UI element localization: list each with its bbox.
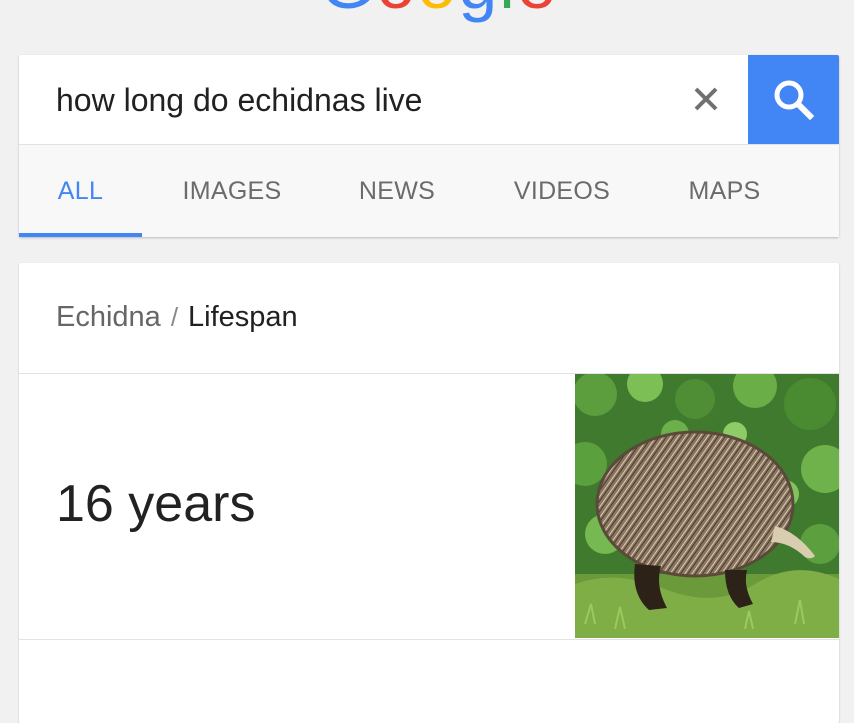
logo-letter: l [499,0,517,19]
logo-letter: g [458,0,499,19]
clear-search-button[interactable] [684,75,728,123]
answer-card: Echidna / Lifespan 16 years [19,263,839,723]
logo-letter: o [376,0,417,19]
close-icon [694,87,718,111]
tab-videos[interactable]: VIDEOS [472,145,652,237]
logo-letter: e [517,0,558,19]
breadcrumb: Echidna / Lifespan [56,299,298,335]
logo-letter: o [417,0,458,19]
answer-value: 16 years [56,475,256,533]
echidna-image[interactable] [575,374,839,638]
breadcrumb-separator: / [170,302,179,332]
search-tabs: ALL IMAGES NEWS VIDEOS MAPS [19,145,839,237]
echidna-photo [575,374,839,638]
breadcrumb-current: Lifespan [188,301,298,333]
search-bar: how long do echidnas live [19,55,839,145]
search-icon [774,80,814,120]
breadcrumb-parent-link[interactable]: Echidna [56,301,161,333]
search-input[interactable]: how long do echidnas live [56,78,422,122]
logo-letter: G [320,0,376,19]
google-logo[interactable]: Google [320,0,558,19]
divider [19,639,839,640]
tab-images[interactable]: IMAGES [142,145,322,237]
search-card: how long do echidnas live ALL IMAGES NEW… [19,55,839,237]
tab-maps[interactable]: MAPS [652,145,797,237]
tab-news[interactable]: NEWS [322,145,472,237]
tab-all[interactable]: ALL [19,145,142,237]
search-button[interactable] [748,55,839,144]
